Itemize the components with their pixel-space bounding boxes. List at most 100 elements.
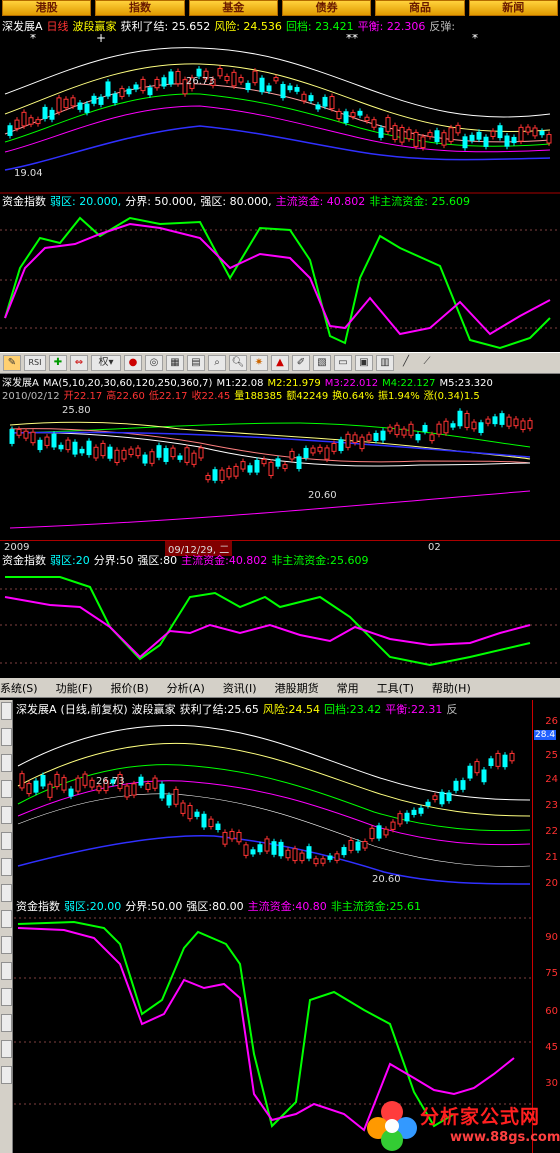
candle (287, 85, 293, 91)
tool-icon[interactable] (1, 1040, 12, 1058)
candle (142, 454, 148, 464)
window2-icon[interactable]: ▣ (355, 355, 373, 371)
tab-hk-stock[interactable]: 港股 (2, 0, 92, 16)
candle (30, 431, 36, 444)
eraser-icon[interactable]: ▧ (313, 355, 331, 371)
candle (292, 848, 298, 862)
candle (539, 130, 545, 136)
p2-open: 开22.17 (63, 391, 103, 402)
p3-price-chart: 26.73 20.60 (17, 724, 531, 885)
candle (229, 830, 235, 840)
tool-icon[interactable] (1, 832, 12, 850)
p3-price-tick: 24 (545, 774, 558, 785)
candle (98, 96, 104, 105)
candle (408, 423, 414, 436)
tab-fund[interactable]: 基金 (188, 0, 278, 16)
ray-tool-icon[interactable]: ⟋ (418, 355, 436, 371)
p3-ind-tick: 75 (545, 968, 558, 979)
candle (527, 420, 533, 429)
candle (107, 446, 113, 459)
candle (362, 841, 368, 849)
tool-icon[interactable] (1, 1066, 12, 1084)
tab-index[interactable]: 指数 (95, 0, 185, 16)
candle (385, 117, 391, 132)
p1-pullback: 回档: 23.421 (285, 20, 354, 33)
tool-icon[interactable] (1, 988, 12, 1006)
tab-bond[interactable]: 债券 (281, 0, 372, 16)
tool-icon[interactable] (1, 1014, 12, 1032)
tab-news[interactable]: 新闻 (468, 0, 558, 16)
candle (54, 773, 60, 788)
open-icon[interactable]: ✎ (3, 355, 21, 371)
resize-icon[interactable]: ⇔ (70, 355, 88, 371)
candle (448, 127, 454, 142)
menu-common[interactable]: 常用 (337, 680, 359, 696)
window-icon[interactable]: ▭ (334, 355, 352, 371)
candle (401, 428, 407, 436)
menu-tools[interactable]: 工具(T) (377, 680, 414, 696)
search-icon[interactable]: 🔍︎ (229, 355, 247, 371)
candle (317, 446, 323, 452)
move-icon[interactable]: ✚ (49, 355, 67, 371)
tab-commodity[interactable]: 商品 (375, 0, 465, 16)
candle (313, 858, 319, 865)
p2-axis-year: 2009 (4, 542, 30, 553)
candle (338, 439, 344, 452)
p1-band-line (4, 63, 551, 132)
tool-icon[interactable] (1, 910, 12, 928)
candle (61, 777, 67, 791)
tool-icon[interactable] (1, 936, 12, 954)
chart-icon[interactable]: ▥ (376, 355, 394, 371)
tool-icon[interactable] (1, 806, 12, 824)
candle (371, 119, 377, 128)
compare-icon[interactable]: ◎ (145, 355, 163, 371)
p3-high-label: 26.73 (96, 776, 125, 787)
p3-price-tag: 28.4 (534, 730, 557, 740)
tool-icon[interactable] (1, 884, 12, 902)
menu-help[interactable]: 帮助(H) (432, 680, 471, 696)
menu-hk-futures[interactable]: 港股期货 (275, 680, 319, 696)
quan-dropdown[interactable]: 权▾ (91, 355, 121, 371)
p3-main-fund: 主流资金:40.80 (247, 900, 327, 913)
alarm-icon[interactable]: ▲ (271, 355, 289, 371)
menu-info[interactable]: 资讯(I) (223, 680, 257, 696)
tool-icon[interactable] (1, 754, 12, 772)
p2-date-axis: 2009 09/12/29, 二 02 (0, 540, 560, 556)
pen-icon[interactable]: ✐ (292, 355, 310, 371)
logo-title: 分析家公式网 (420, 1106, 541, 1128)
menu-function[interactable]: 功能(F) (56, 680, 93, 696)
p3-pullback: 回档:23.42 (324, 703, 382, 716)
menu-quote[interactable]: 报价(B) (111, 680, 149, 696)
tool-icon[interactable] (1, 858, 12, 876)
candle (138, 776, 144, 786)
candle (161, 77, 167, 87)
tool-icon[interactable] (1, 780, 12, 798)
candle (128, 448, 134, 456)
menu-analysis[interactable]: 分析(A) (167, 680, 205, 696)
p2-quote: 2010/02/12 开22.17 高22.60 低22.17 收22.45 量18838… (2, 390, 484, 403)
candle (112, 93, 118, 104)
candle (273, 77, 279, 82)
tool-icon[interactable] (1, 702, 12, 720)
rsi-button[interactable]: RSI (24, 355, 46, 371)
p3-band-line (17, 764, 531, 832)
tool-icon[interactable] (1, 728, 12, 746)
candle (471, 421, 477, 430)
gear-icon[interactable]: ✷ (250, 355, 268, 371)
candle (495, 752, 501, 767)
candle (469, 134, 475, 141)
line-tool-icon[interactable]: ╱ (397, 355, 415, 371)
zoom-icon[interactable]: ⌕ (208, 355, 226, 371)
p2-candles (9, 408, 533, 484)
candle (350, 112, 356, 118)
candle (359, 436, 365, 450)
candle (261, 458, 267, 465)
candle (212, 469, 218, 481)
candle (205, 474, 211, 481)
tool-icon[interactable] (1, 962, 12, 980)
p1-fund-index-name: 资金指数 (2, 195, 46, 208)
menu-system[interactable]: 系统(S) (0, 680, 38, 696)
grid-icon[interactable]: ▦ (166, 355, 184, 371)
book-icon[interactable]: ▤ (187, 355, 205, 371)
indicator-icon[interactable]: ● (124, 355, 142, 371)
